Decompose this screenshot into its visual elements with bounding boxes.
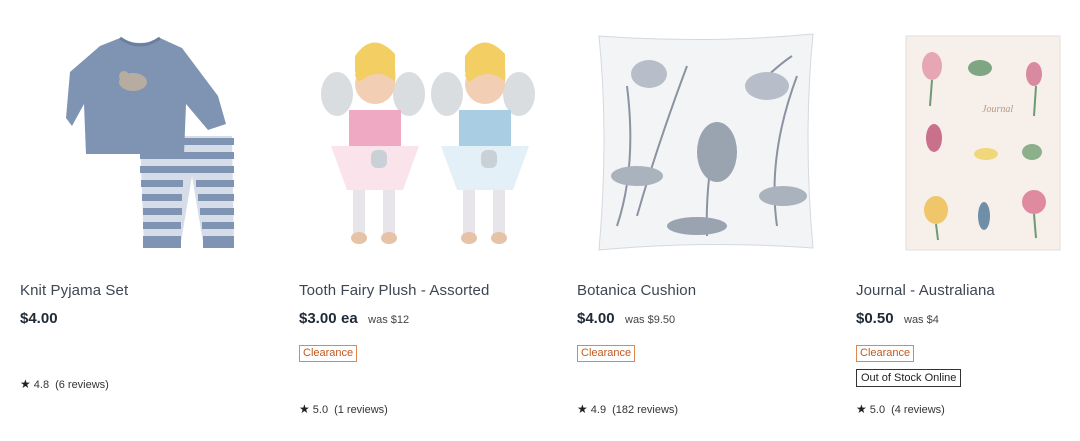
fairy-doll-blue — [431, 42, 535, 244]
product-title[interactable]: Tooth Fairy Plush - Assorted — [299, 282, 489, 299]
product-title[interactable]: Journal - Australiana — [856, 282, 995, 299]
product-card-botanica-cushion[interactable]: Botanica Cushion $4.00 was $9.50 Clearan… — [577, 0, 837, 441]
product-image-journal-australiana[interactable]: Journal — [856, 26, 1080, 256]
rating-value: 4.9 — [590, 404, 607, 416]
price-unit: ea — [341, 310, 358, 327]
review-count[interactable]: (6 reviews) — [55, 379, 109, 391]
product-card-knit-pyjama-set[interactable]: Knit Pyjama Set $4.00 ★ 4.8 (6 reviews) — [20, 0, 280, 441]
price-row: $0.50 was $4 — [856, 310, 939, 328]
price: $3.00 — [299, 310, 337, 327]
was-price: was $4 — [904, 314, 939, 326]
clearance-badge: Clearance — [299, 345, 358, 362]
rating: ★ 4.8 (6 reviews) — [20, 377, 109, 391]
product-image-tooth-fairy-plush[interactable] — [299, 26, 559, 256]
product-title[interactable]: Knit Pyjama Set — [20, 282, 128, 299]
star-icon: ★ — [577, 402, 588, 416]
rating: ★ 5.0 (4 reviews) — [856, 402, 945, 416]
product-card-journal-australiana[interactable]: Journal Journal - Australiana $0.50 was … — [856, 0, 1080, 441]
product-card-tooth-fairy-plush[interactable]: Tooth Fairy Plush - Assorted $3.00 ea wa… — [299, 0, 559, 441]
star-icon: ★ — [20, 377, 31, 391]
price: $0.50 — [856, 310, 894, 327]
clearance-badge: Clearance — [856, 345, 915, 362]
clearance-badge: Clearance — [577, 345, 636, 362]
star-icon: ★ — [856, 402, 867, 416]
rating-value: 4.8 — [33, 379, 50, 391]
review-count[interactable]: (4 reviews) — [891, 404, 945, 416]
out-of-stock-badge: Out of Stock Online — [856, 369, 962, 387]
price: $4.00 — [577, 310, 615, 327]
was-price: was $9.50 — [625, 314, 676, 326]
rating: ★ 5.0 (1 reviews) — [299, 402, 388, 416]
price-row: $4.00 was $9.50 — [577, 310, 675, 328]
star-icon: ★ — [299, 402, 310, 416]
price-row: $3.00 ea was $12 — [299, 310, 409, 328]
was-price: was $12 — [368, 314, 410, 326]
review-count[interactable]: (1 reviews) — [334, 404, 388, 416]
rating-value: 5.0 — [312, 404, 329, 416]
rating-value: 5.0 — [869, 404, 886, 416]
product-title[interactable]: Botanica Cushion — [577, 282, 696, 299]
product-image-botanica-cushion[interactable] — [577, 26, 837, 256]
product-image-knit-pyjama-set[interactable] — [20, 26, 280, 256]
review-count[interactable]: (182 reviews) — [612, 404, 678, 416]
price: $4.00 — [20, 310, 58, 327]
journal-cover-text: Journal — [982, 104, 1013, 115]
rating: ★ 4.9 (182 reviews) — [577, 402, 678, 416]
fairy-doll-pink — [321, 42, 425, 244]
price-row: $4.00 — [20, 310, 58, 328]
